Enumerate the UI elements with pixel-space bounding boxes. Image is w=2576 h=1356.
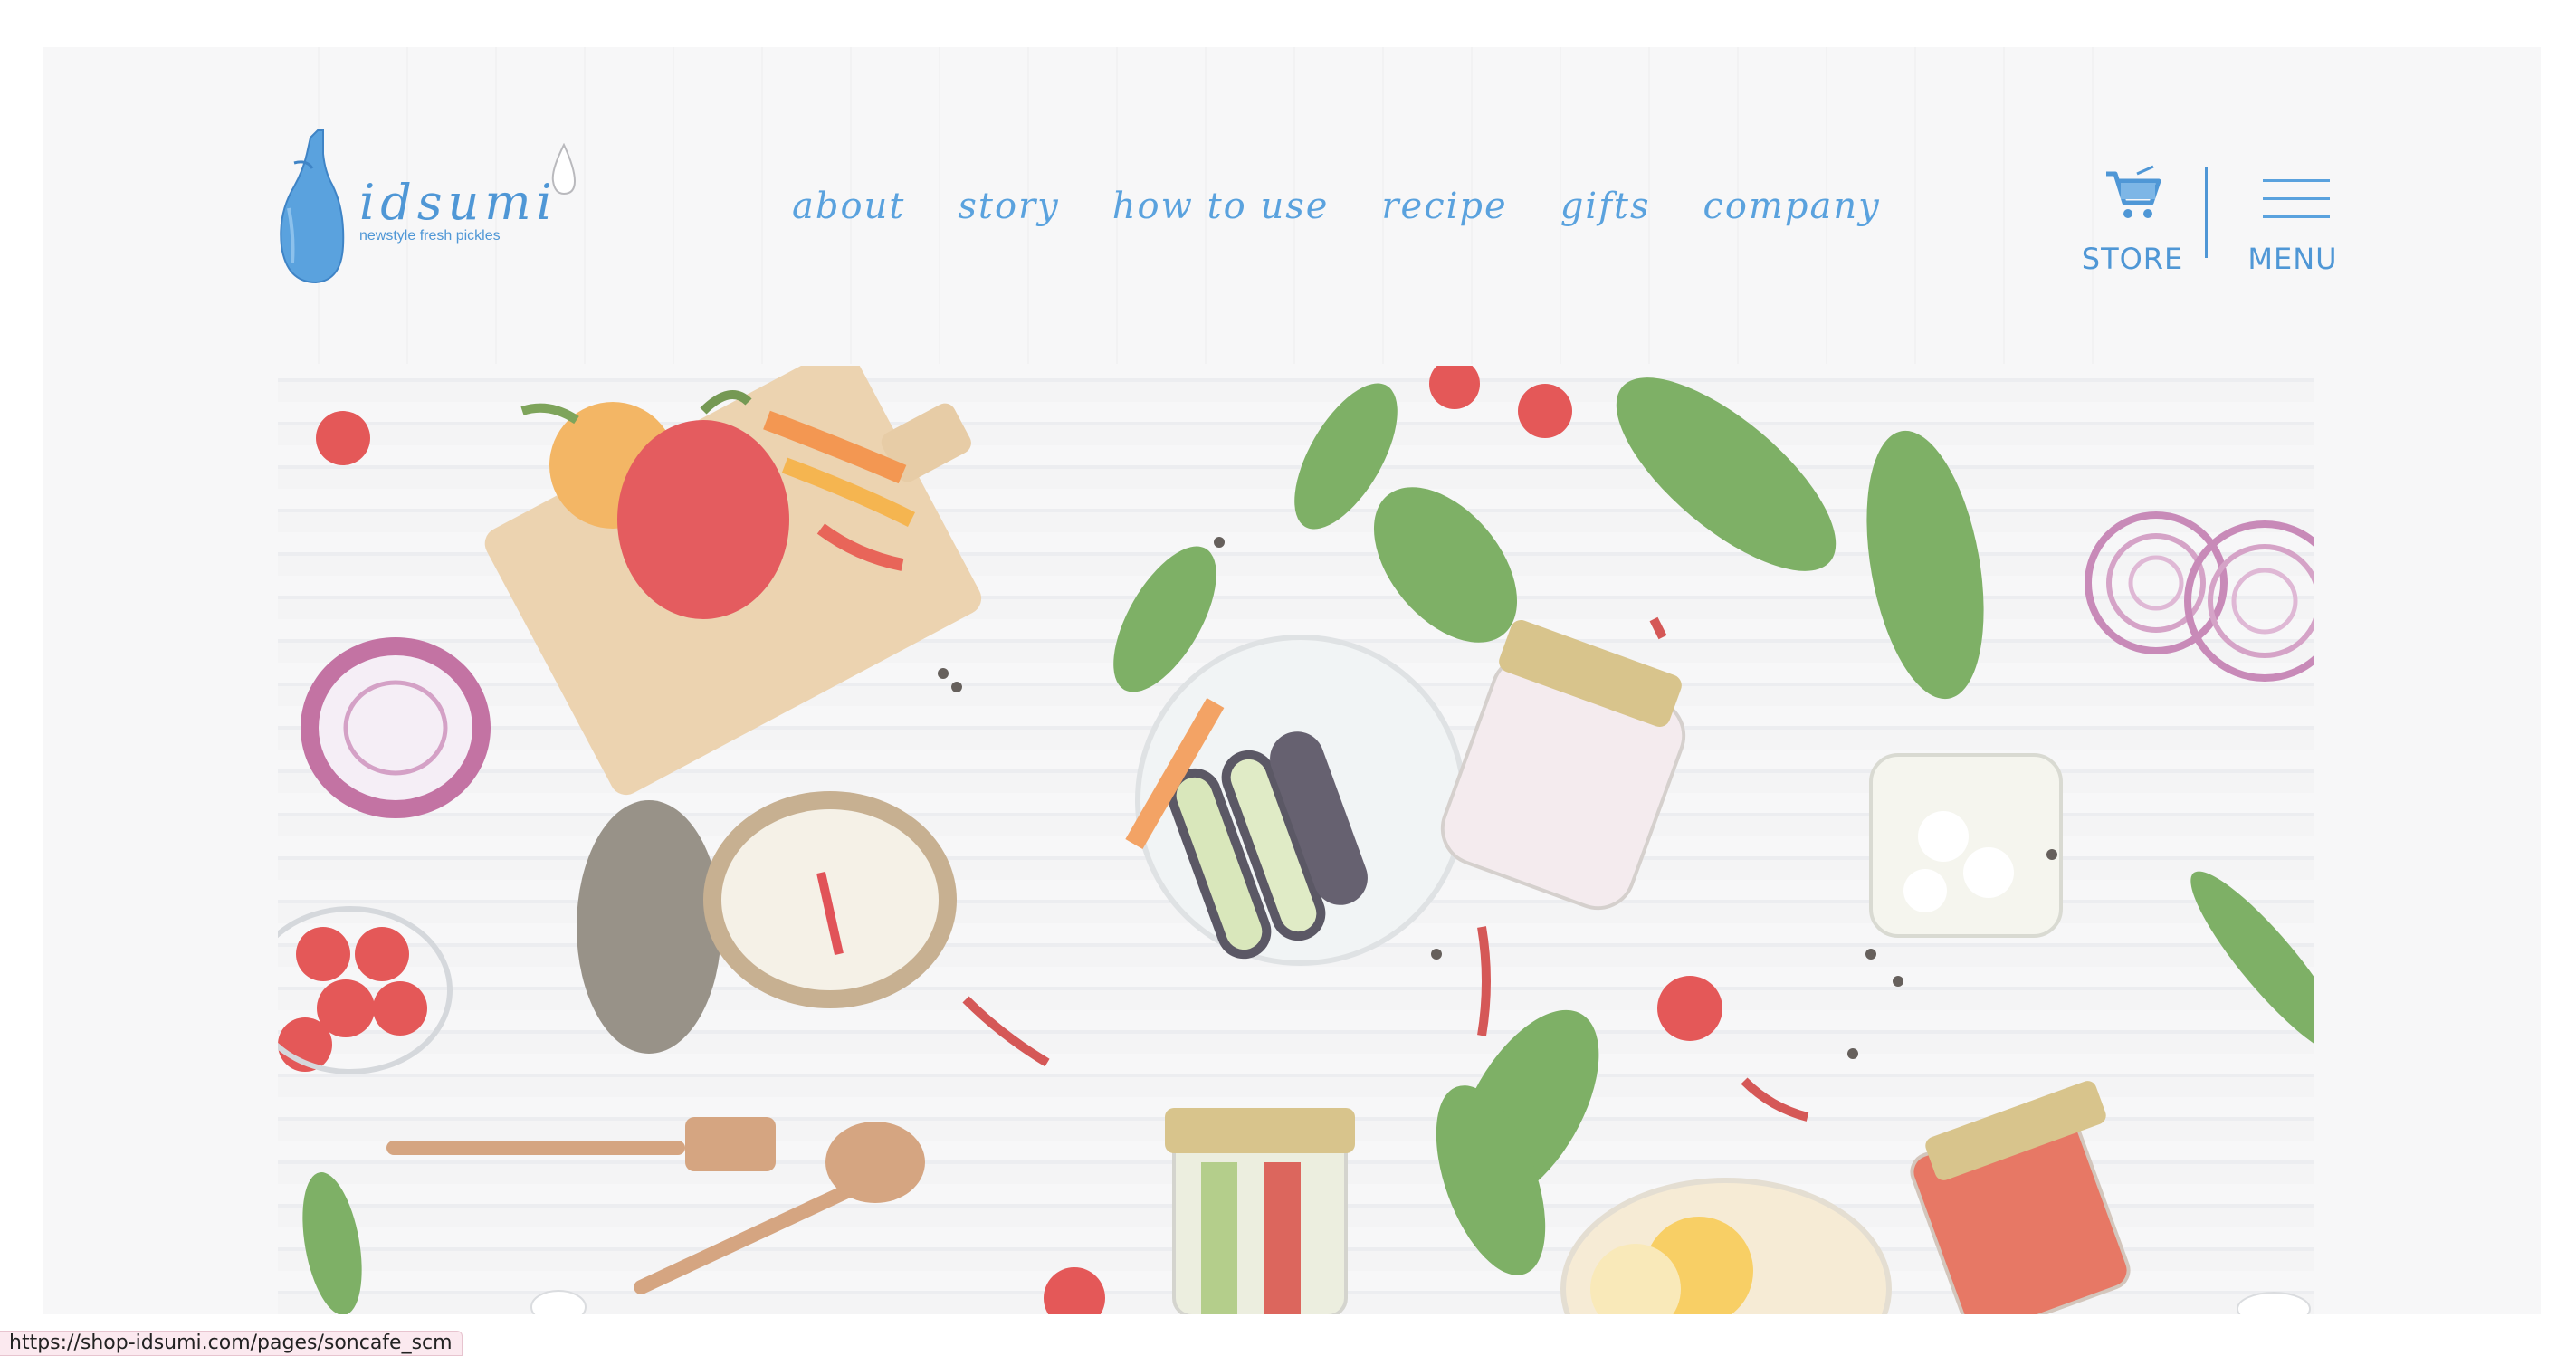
brand-name: idsumi [359,174,558,231]
menu-label: MENU [2247,242,2338,276]
header-divider [2205,167,2208,258]
store-label: STORE [2081,242,2184,276]
nav-item-recipe[interactable]: recipe [1381,186,1507,227]
nav-item-about[interactable]: about [792,186,905,227]
browser-status-url: https://shop-idsumi.com/pages/soncafe_sc… [0,1331,463,1356]
bottle-logo-icon [280,129,345,284]
store-button[interactable]: STORE [2078,163,2187,276]
nav-item-how-to-use[interactable]: how to use [1112,186,1330,227]
brand-logo[interactable]: idsumi newstyle fresh pickles [276,127,611,290]
hamburger-icon [2263,179,2330,219]
hero-vegetables-illustration [278,366,2314,1314]
main-navigation: about story how to use recipe gifts comp… [792,186,1881,227]
nav-item-gifts[interactable]: gifts [1560,186,1651,227]
shopping-cart-icon [2106,165,2161,218]
menu-button[interactable]: MENU [2225,163,2361,276]
brand-tagline: newstyle fresh pickles [359,228,501,244]
hero-image [278,366,2314,1314]
nav-item-company[interactable]: company [1703,186,1881,227]
nav-item-story[interactable]: story [958,186,1059,227]
